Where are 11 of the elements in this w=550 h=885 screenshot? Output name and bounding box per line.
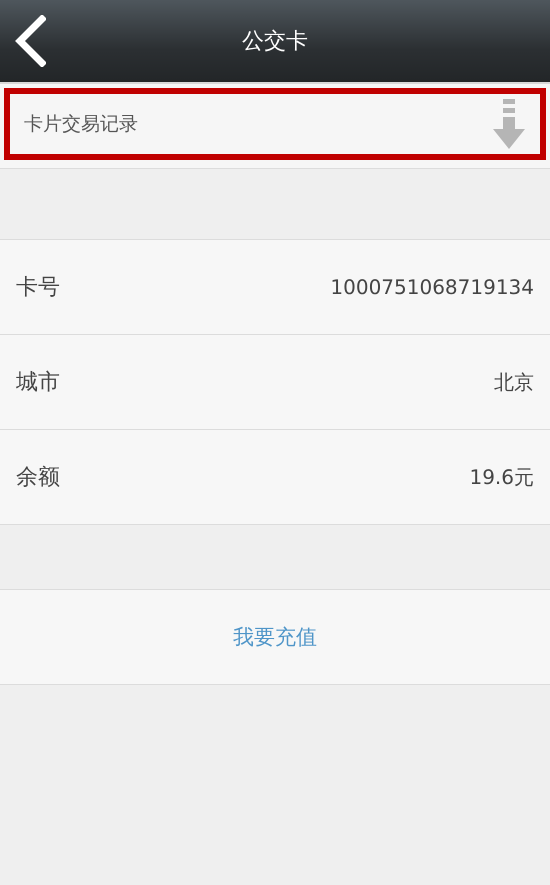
transaction-records-item[interactable]: 卡片交易记录 (4, 88, 546, 160)
field-label: 城市 (16, 369, 60, 397)
field-value: 1000751068719134 (330, 275, 534, 299)
back-icon (14, 15, 46, 67)
field-value: 19.6元 (469, 464, 534, 490)
field-value: 北京 (494, 368, 534, 396)
field-label: 卡号 (16, 274, 60, 302)
field-label: 余额 (16, 464, 60, 492)
item-label: 卡片交易记录 (24, 112, 138, 137)
download-icon (492, 99, 526, 149)
header-title: 公交卡 (242, 28, 308, 56)
